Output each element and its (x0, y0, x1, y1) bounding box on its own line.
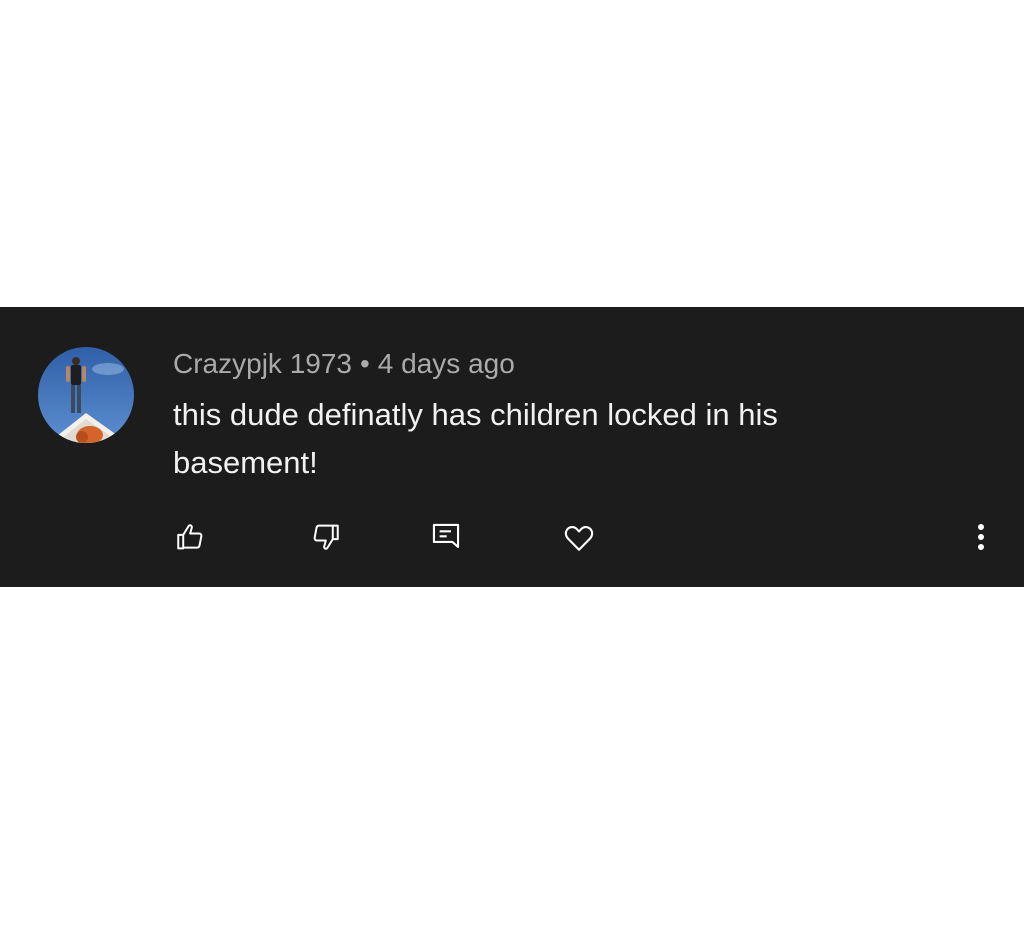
avatar[interactable] (38, 347, 134, 443)
comment-text: this dude definatly has children locked … (173, 397, 778, 480)
page: Crazypjk 1973 • 4 days ago this dude defin… (0, 0, 1024, 928)
like-button[interactable] (169, 515, 213, 559)
avatar-image (38, 347, 134, 443)
thumbs-down-icon (313, 524, 339, 550)
author-name[interactable]: Crazypjk 1973 (173, 348, 352, 379)
comment-header: Crazypjk 1973 • 4 days ago (173, 347, 515, 381)
comment-timestamp[interactable]: 4 days ago (378, 348, 515, 379)
meta-separator: • (359, 348, 370, 379)
more-options-button[interactable] (959, 515, 1003, 559)
reply-comment-icon (432, 523, 460, 548)
heart-icon (564, 526, 594, 551)
dislike-button[interactable] (303, 515, 347, 559)
heart-button[interactable] (557, 515, 601, 559)
thumbs-up-icon (177, 524, 203, 550)
reply-button[interactable] (424, 515, 468, 559)
comment-card: Crazypjk 1973 • 4 days ago this dude defin… (0, 307, 1024, 587)
comment-actions (0, 515, 1024, 559)
more-vertical-icon (978, 524, 984, 550)
